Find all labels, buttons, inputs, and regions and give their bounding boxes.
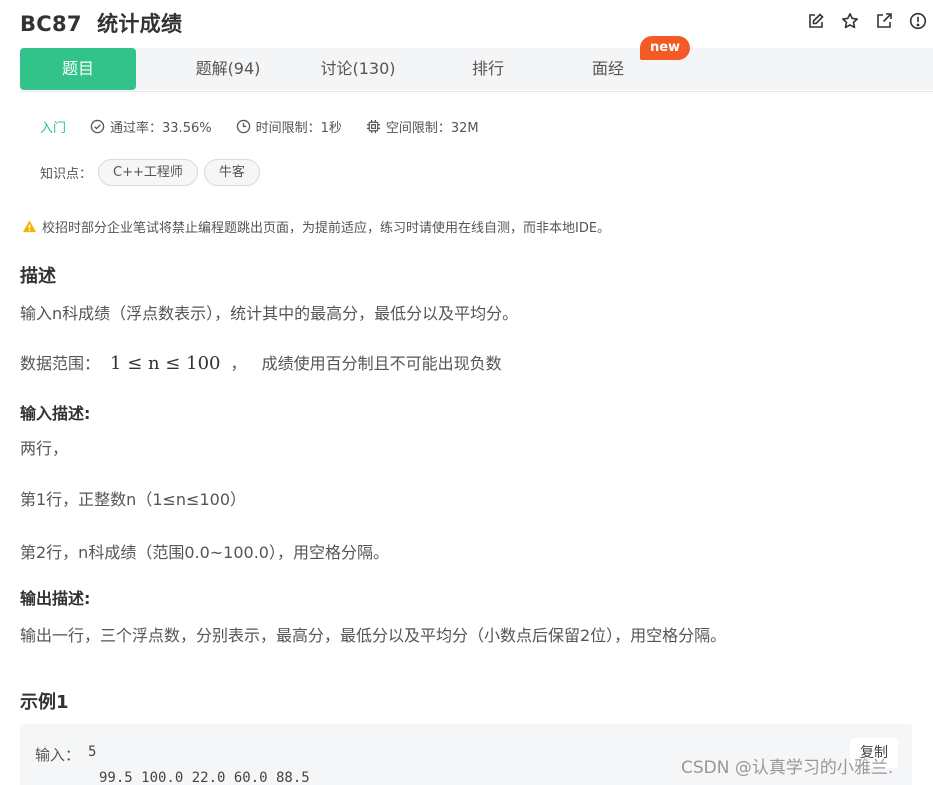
tag-nowcoder[interactable]: 牛客 — [203, 159, 260, 186]
new-badge: new — [640, 36, 690, 60]
report-icon[interactable] — [907, 10, 929, 32]
input-desc-line-1: 两行， — [20, 439, 69, 458]
example-input-label: 输入： — [35, 746, 81, 764]
tab-solutions[interactable]: 题解(94) — [170, 48, 286, 90]
input-desc-line-2: 第1行，正整数n（1≤n≤100） — [20, 490, 246, 509]
example-heading: 示例1 — [20, 692, 69, 713]
pass-rate-text: 通过率：33.56% — [110, 120, 212, 136]
example-input-line-1: 5 — [88, 744, 97, 760]
time-limit: 时间限制：1秒 — [236, 117, 342, 136]
range-label: 数据范围： — [20, 354, 101, 373]
tab-ranking[interactable]: 排行 — [440, 48, 536, 90]
data-range: 数据范围： 1 ≤ n ≤ 100 ， 成绩使用百分制且不可能出现负数 — [20, 350, 502, 374]
range-separator: ， — [230, 354, 247, 373]
tab-problem[interactable]: 题目 — [20, 48, 136, 90]
pass-rate: 通过率：33.56% — [90, 117, 212, 136]
clock-icon — [236, 119, 250, 133]
tab-discussion[interactable]: 讨论(130) — [296, 48, 420, 90]
output-desc-heading: 输出描述: — [20, 589, 91, 608]
problem-meta: 入门 通过率：33.56% 时间限制：1秒 空间限制：32M — [40, 115, 503, 137]
output-desc-line-1: 输出一行，三个浮点数，分别表示，最高分，最低分以及平均分（小数点后保留2位），用… — [20, 626, 727, 645]
knowledge-tags: 知识点： C++工程师 牛客 — [40, 159, 260, 186]
input-desc-line-3: 第2行，n科成绩（范围0.0~100.0），用空格分隔。 — [20, 543, 389, 562]
tag-cpp-engineer[interactable]: C++工程师 — [98, 159, 198, 186]
check-circle-icon — [90, 119, 105, 133]
time-limit-text: 时间限制：1秒 — [255, 120, 342, 136]
example-input-line-2: 99.5 100.0 22.0 60.0 88.5 — [99, 770, 310, 785]
edit-icon[interactable] — [805, 10, 827, 32]
range-formula: 1 ≤ n ≤ 100 — [110, 353, 221, 374]
warning-icon — [22, 220, 37, 233]
difficulty-level: 入门 — [40, 120, 67, 136]
knowledge-label: 知识点： — [40, 167, 93, 182]
header-divider — [20, 91, 933, 92]
star-icon[interactable] — [839, 10, 861, 32]
chip-icon — [366, 119, 380, 133]
range-text: 成绩使用百分制且不可能出现负数 — [261, 354, 502, 373]
space-limit-text: 空间限制：32M — [385, 120, 479, 136]
csdn-watermark: CSDN @认真学习的小雅兰. — [681, 758, 894, 778]
description-heading: 描述 — [20, 266, 56, 287]
external-link-icon[interactable] — [873, 10, 895, 32]
notice-text: 校招时部分企业笔试将禁止编程题跳出页面，为提前适应，练习时请使用在线自测，而非本… — [42, 221, 611, 236]
header-actions — [805, 10, 929, 32]
problem-header: BC87 统计成绩 — [0, 0, 933, 46]
problem-title: BC87 统计成绩 — [20, 12, 183, 36]
input-desc-heading: 输入描述: — [20, 404, 91, 423]
tab-bar: 题目 题解(94) 讨论(130) 排行 面经 — [20, 48, 933, 90]
space-limit: 空间限制：32M — [366, 117, 479, 136]
description-text: 输入n科成绩（浮点数表示），统计其中的最高分，最低分以及平均分。 — [20, 304, 519, 323]
ide-notice: 校招时部分企业笔试将禁止编程题跳出页面，为提前适应，练习时请使用在线自测，而非本… — [22, 217, 610, 236]
